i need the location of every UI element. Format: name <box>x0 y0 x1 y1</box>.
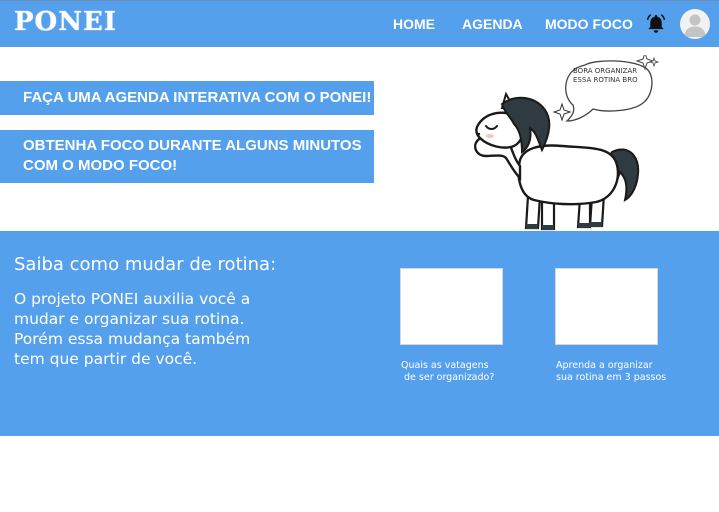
info-body: O projeto PONEI auxilia você a mudar e o… <box>14 290 251 368</box>
card-caption-vantagens[interactable]: Quais as vatagens de ser organizado? <box>401 360 494 384</box>
nav-home-link[interactable]: HOME <box>393 16 435 32</box>
video-card-organizar[interactable] <box>555 268 658 345</box>
promo-agenda-banner[interactable]: FAÇA UMA AGENDA INTERATIVA COM O PONEI! <box>0 81 374 115</box>
nav-agenda-link[interactable]: AGENDA <box>462 16 523 32</box>
video-card-vantagens[interactable] <box>400 268 503 345</box>
user-avatar-icon[interactable] <box>680 9 710 39</box>
info-title: Saiba como mudar de rotina: <box>14 254 277 275</box>
brand-logo[interactable]: PONEI <box>14 7 117 37</box>
promo-modo-foco-banner[interactable]: OBTENHA FOCO DURANTE ALGUNS MINUTOS COM … <box>0 130 374 183</box>
card-caption-organizar[interactable]: Aprenda a organizar sua rotina em 3 pass… <box>556 360 666 384</box>
pony-mascot-illustration <box>474 91 640 231</box>
page: PONEI HOME AGENDA MODO FOCO FAÇA UMA AGE… <box>0 0 719 512</box>
nav-modo-foco-link[interactable]: MODO FOCO <box>545 16 633 32</box>
bell-icon[interactable] <box>645 13 667 35</box>
top-nav-bar: PONEI HOME AGENDA MODO FOCO <box>0 0 719 47</box>
speech-bubble-text: BORA ORGANIZAR ESSA ROTINA BRO <box>573 67 638 84</box>
